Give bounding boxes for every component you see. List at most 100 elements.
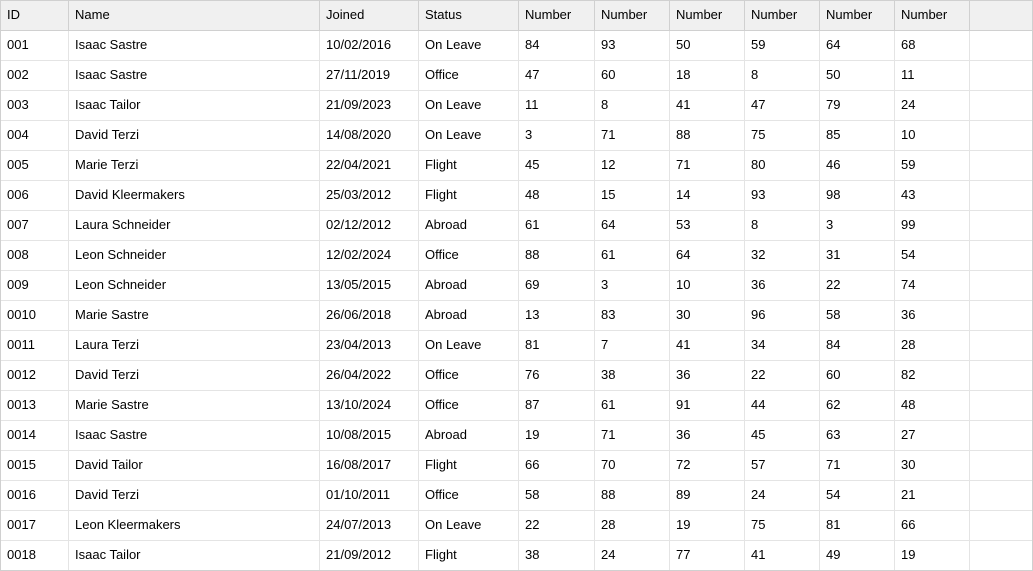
cell-name[interactable]: Isaac Sastre [69, 61, 320, 90]
cell-status[interactable]: On Leave [419, 121, 519, 150]
cell-id[interactable]: 0014 [1, 421, 69, 450]
cell-number[interactable]: 69 [519, 271, 595, 300]
cell-number[interactable]: 66 [895, 511, 970, 540]
cell-number[interactable]: 12 [595, 151, 670, 180]
table-row[interactable]: 0016David Terzi01/10/2011Office588889245… [1, 481, 1032, 511]
cell-number[interactable]: 50 [820, 61, 895, 90]
cell-joined[interactable]: 23/04/2013 [320, 331, 419, 360]
cell-number[interactable]: 81 [519, 331, 595, 360]
cell-number[interactable]: 63 [820, 421, 895, 450]
col-header-number[interactable]: Number [745, 1, 820, 30]
cell-number[interactable]: 45 [519, 151, 595, 180]
cell-number[interactable]: 82 [895, 361, 970, 390]
cell-id[interactable]: 005 [1, 151, 69, 180]
cell-number[interactable]: 93 [595, 31, 670, 60]
cell-number[interactable]: 31 [820, 241, 895, 270]
table-row[interactable]: 004David Terzi14/08/2020On Leave37188758… [1, 121, 1032, 151]
cell-number[interactable]: 8 [745, 61, 820, 90]
cell-name[interactable]: Isaac Sastre [69, 31, 320, 60]
cell-joined[interactable]: 13/05/2015 [320, 271, 419, 300]
cell-number[interactable]: 8 [595, 91, 670, 120]
cell-status[interactable]: Flight [419, 151, 519, 180]
cell-status[interactable]: Office [419, 481, 519, 510]
table-body-scroll[interactable]: 001Isaac Sastre10/02/2016On Leave8493505… [1, 31, 1032, 570]
table-row[interactable]: 0015David Tailor16/08/2017Flight66707257… [1, 451, 1032, 481]
cell-number[interactable]: 57 [745, 451, 820, 480]
cell-joined[interactable]: 13/10/2024 [320, 391, 419, 420]
cell-number[interactable]: 66 [519, 451, 595, 480]
cell-status[interactable]: Abroad [419, 271, 519, 300]
cell-number[interactable]: 61 [595, 391, 670, 420]
col-header-joined[interactable]: Joined [320, 1, 419, 30]
cell-number[interactable]: 36 [895, 301, 970, 330]
cell-name[interactable]: Leon Kleermakers [69, 511, 320, 540]
cell-status[interactable]: On Leave [419, 331, 519, 360]
cell-name[interactable]: David Kleermakers [69, 181, 320, 210]
cell-name[interactable]: Isaac Sastre [69, 421, 320, 450]
cell-number[interactable]: 28 [895, 331, 970, 360]
col-header-id[interactable]: ID [1, 1, 69, 30]
cell-number[interactable]: 22 [820, 271, 895, 300]
cell-number[interactable]: 43 [895, 181, 970, 210]
cell-joined[interactable]: 25/03/2012 [320, 181, 419, 210]
cell-number[interactable]: 28 [595, 511, 670, 540]
cell-name[interactable]: Laura Terzi [69, 331, 320, 360]
cell-joined[interactable]: 22/04/2021 [320, 151, 419, 180]
cell-number[interactable]: 60 [820, 361, 895, 390]
cell-number[interactable]: 58 [820, 301, 895, 330]
cell-number[interactable]: 24 [745, 481, 820, 510]
cell-number[interactable]: 24 [895, 91, 970, 120]
cell-joined[interactable]: 27/11/2019 [320, 61, 419, 90]
col-header-status[interactable]: Status [419, 1, 519, 30]
table-row[interactable]: 009Leon Schneider13/05/2015Abroad6931036… [1, 271, 1032, 301]
table-row[interactable]: 0010Marie Sastre26/06/2018Abroad13833096… [1, 301, 1032, 331]
cell-id[interactable]: 009 [1, 271, 69, 300]
cell-id[interactable]: 004 [1, 121, 69, 150]
cell-number[interactable]: 88 [595, 481, 670, 510]
cell-number[interactable]: 64 [670, 241, 745, 270]
col-header-number[interactable]: Number [820, 1, 895, 30]
cell-name[interactable]: Isaac Tailor [69, 91, 320, 120]
cell-number[interactable]: 19 [895, 541, 970, 570]
cell-number[interactable]: 3 [595, 271, 670, 300]
cell-joined[interactable]: 01/10/2011 [320, 481, 419, 510]
cell-number[interactable]: 10 [895, 121, 970, 150]
cell-number[interactable]: 71 [595, 121, 670, 150]
cell-number[interactable]: 41 [670, 91, 745, 120]
cell-number[interactable]: 81 [820, 511, 895, 540]
cell-joined[interactable]: 24/07/2013 [320, 511, 419, 540]
cell-id[interactable]: 0011 [1, 331, 69, 360]
cell-name[interactable]: Marie Terzi [69, 151, 320, 180]
cell-joined[interactable]: 21/09/2023 [320, 91, 419, 120]
cell-joined[interactable]: 12/02/2024 [320, 241, 419, 270]
cell-number[interactable]: 54 [820, 481, 895, 510]
cell-number[interactable]: 48 [519, 181, 595, 210]
cell-number[interactable]: 36 [670, 361, 745, 390]
cell-number[interactable]: 76 [519, 361, 595, 390]
cell-number[interactable]: 60 [595, 61, 670, 90]
cell-number[interactable]: 68 [895, 31, 970, 60]
col-header-extra[interactable] [970, 1, 1032, 30]
cell-number[interactable]: 36 [745, 271, 820, 300]
cell-number[interactable]: 47 [519, 61, 595, 90]
cell-joined[interactable]: 02/12/2012 [320, 211, 419, 240]
cell-number[interactable]: 98 [820, 181, 895, 210]
col-header-number[interactable]: Number [670, 1, 745, 30]
table-row[interactable]: 007Laura Schneider02/12/2012Abroad616453… [1, 211, 1032, 241]
cell-status[interactable]: Abroad [419, 301, 519, 330]
cell-number[interactable]: 53 [670, 211, 745, 240]
cell-number[interactable]: 32 [745, 241, 820, 270]
cell-status[interactable]: Abroad [419, 211, 519, 240]
cell-number[interactable]: 83 [595, 301, 670, 330]
cell-name[interactable]: Laura Schneider [69, 211, 320, 240]
cell-status[interactable]: Office [419, 61, 519, 90]
cell-number[interactable]: 59 [745, 31, 820, 60]
cell-number[interactable]: 61 [595, 241, 670, 270]
cell-number[interactable]: 96 [745, 301, 820, 330]
cell-status[interactable]: Office [419, 361, 519, 390]
cell-number[interactable]: 87 [519, 391, 595, 420]
cell-number[interactable]: 58 [519, 481, 595, 510]
cell-number[interactable]: 21 [895, 481, 970, 510]
cell-id[interactable]: 0015 [1, 451, 69, 480]
cell-number[interactable]: 49 [820, 541, 895, 570]
